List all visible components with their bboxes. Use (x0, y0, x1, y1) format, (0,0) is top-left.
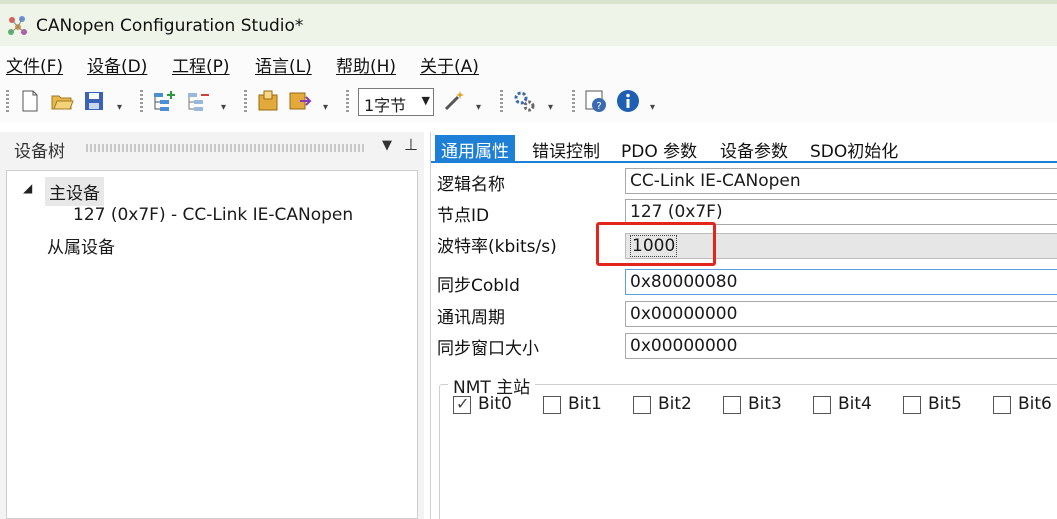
save-dropdown-icon[interactable]: ▾ (117, 102, 122, 113)
tab-pdo[interactable]: PDO 参数 (615, 135, 703, 162)
toolbar: ▾ ▾ ▾ 1字节 ▼ ▾ ▾ ? ▾ (0, 82, 1057, 122)
window-title: CANopen Configuration Studio* (36, 16, 304, 36)
export-icon[interactable] (288, 89, 312, 113)
tab-underline (431, 161, 1057, 163)
open-folder-icon[interactable] (50, 89, 74, 113)
bit0-label: Bit0 (478, 394, 512, 414)
wand-dropdown-icon[interactable]: ▾ (476, 102, 481, 113)
checkbox-box (813, 396, 831, 414)
app-logo-icon (8, 16, 27, 35)
bit3-label: Bit3 (748, 394, 782, 414)
tree-node-slaves[interactable]: 从属设备 (47, 233, 115, 258)
checkmark-icon: ✓ (456, 394, 470, 413)
sync-window-label: 同步窗口大小 (437, 339, 539, 359)
comm-cycle-value: 0x00000000 (630, 304, 738, 324)
highlight-annotation-box (596, 222, 716, 266)
menu-language[interactable]: 语言(L) (255, 52, 312, 77)
device-tree-title: 设备树 (14, 142, 65, 162)
sync-window-value: 0x00000000 (630, 336, 738, 356)
settings-dropdown-icon[interactable]: ▾ (548, 102, 553, 113)
logical-name-value: CC-Link IE-CANopen (630, 171, 801, 191)
add-device-icon[interactable] (152, 89, 176, 113)
sync-cobid-field[interactable]: 0x80000080 (625, 269, 1057, 295)
node-id-label: 节点ID (437, 206, 490, 226)
menu-project[interactable]: 工程(P) (172, 52, 230, 77)
menu-bar: 文件(F) 设备(D) 工程(P) 语言(L) 帮助(H) 关于(A) (0, 46, 1057, 82)
import-icon[interactable] (256, 89, 280, 113)
export-dropdown-icon[interactable]: ▾ (323, 102, 328, 113)
baud-rate-label: 波特率(kbits/s) (437, 237, 557, 257)
checkbox-box (993, 396, 1011, 414)
svg-text:?: ? (596, 101, 601, 112)
tab-error-control[interactable]: 错误控制 (526, 135, 606, 162)
node-id-value: 127 (0x7F) (630, 202, 723, 222)
tab-sdo-init[interactable]: SDO初始化 (804, 135, 904, 162)
help-icon[interactable]: ? (584, 89, 608, 113)
bit1-label: Bit1 (568, 394, 602, 414)
checkbox-box (903, 396, 921, 414)
tree-node-master[interactable]: 主设备 (45, 177, 104, 206)
info-dropdown-icon[interactable]: ▾ (650, 102, 655, 113)
menu-file[interactable]: 文件(F) (6, 52, 63, 77)
menu-help[interactable]: 帮助(H) (336, 52, 396, 77)
toolbar-grip[interactable] (244, 90, 247, 114)
new-file-icon[interactable] (18, 89, 42, 113)
byte-size-value: 1字节 (364, 96, 407, 115)
bit4-label: Bit4 (838, 394, 872, 414)
checkbox-box (633, 396, 651, 414)
device-tree-pane: 设备树 ▼ ⊥ ◢ 主设备 127 (0x7F) - CC-Link IE-CA… (0, 132, 424, 519)
logical-name-field[interactable]: CC-Link IE-CANopen (625, 168, 1057, 194)
chevron-down-icon: ▼ (421, 94, 430, 107)
menu-about[interactable]: 关于(A) (420, 52, 479, 77)
pin-icon[interactable]: ⊥ (404, 135, 418, 154)
device-tree-header: 设备树 ▼ ⊥ (6, 132, 418, 164)
toolbar-grip[interactable] (500, 90, 503, 114)
comm-cycle-field[interactable]: 0x00000000 (625, 301, 1057, 327)
byte-size-select[interactable]: 1字节 ▼ (358, 88, 434, 116)
checkbox-box (723, 396, 741, 414)
tree-expand-icon[interactable]: ◢ (23, 181, 32, 195)
properties-pane: 通用属性 错误控制 PDO 参数 设备参数 SDO初始化 逻辑名称 CC-Lin… (430, 132, 1057, 519)
settings-icon[interactable] (512, 89, 536, 113)
pane-drag-handle[interactable] (86, 144, 366, 152)
bit2-label: Bit2 (658, 394, 692, 414)
tree-node-device[interactable]: 127 (0x7F) - CC-Link IE-CANopen (73, 205, 353, 225)
title-bar: CANopen Configuration Studio* (0, 0, 1057, 46)
remove-device-icon[interactable] (186, 89, 210, 113)
bit5-label: Bit5 (928, 394, 962, 414)
sync-cobid-label: 同步CobId (437, 276, 520, 296)
pane-menu-icon[interactable]: ▼ (382, 138, 392, 153)
menu-device[interactable]: 设备(D) (87, 52, 147, 77)
toolbar-grip[interactable] (6, 90, 9, 114)
sync-window-field[interactable]: 0x00000000 (625, 333, 1057, 359)
bit6-label: Bit6 (1018, 394, 1052, 414)
save-icon[interactable] (82, 89, 106, 113)
toolbar-grip[interactable] (140, 90, 143, 114)
wand-icon[interactable] (442, 89, 466, 113)
info-icon[interactable] (616, 89, 640, 113)
device-tree: ◢ 主设备 127 (0x7F) - CC-Link IE-CANopen 从属… (6, 170, 418, 519)
checkbox-box (543, 396, 561, 414)
sync-cobid-value: 0x80000080 (630, 272, 738, 292)
logical-name-label: 逻辑名称 (437, 175, 505, 195)
toolbar-grip[interactable] (572, 90, 575, 114)
tab-strip: 通用属性 错误控制 PDO 参数 设备参数 SDO初始化 (431, 132, 1057, 163)
checkbox-box: ✓ (453, 394, 471, 414)
device-dropdown-icon[interactable]: ▾ (221, 102, 226, 113)
comm-cycle-label: 通讯周期 (437, 308, 505, 328)
tab-general[interactable]: 通用属性 (435, 135, 515, 162)
tab-device-params[interactable]: 设备参数 (714, 135, 794, 162)
toolbar-grip[interactable] (346, 90, 349, 114)
